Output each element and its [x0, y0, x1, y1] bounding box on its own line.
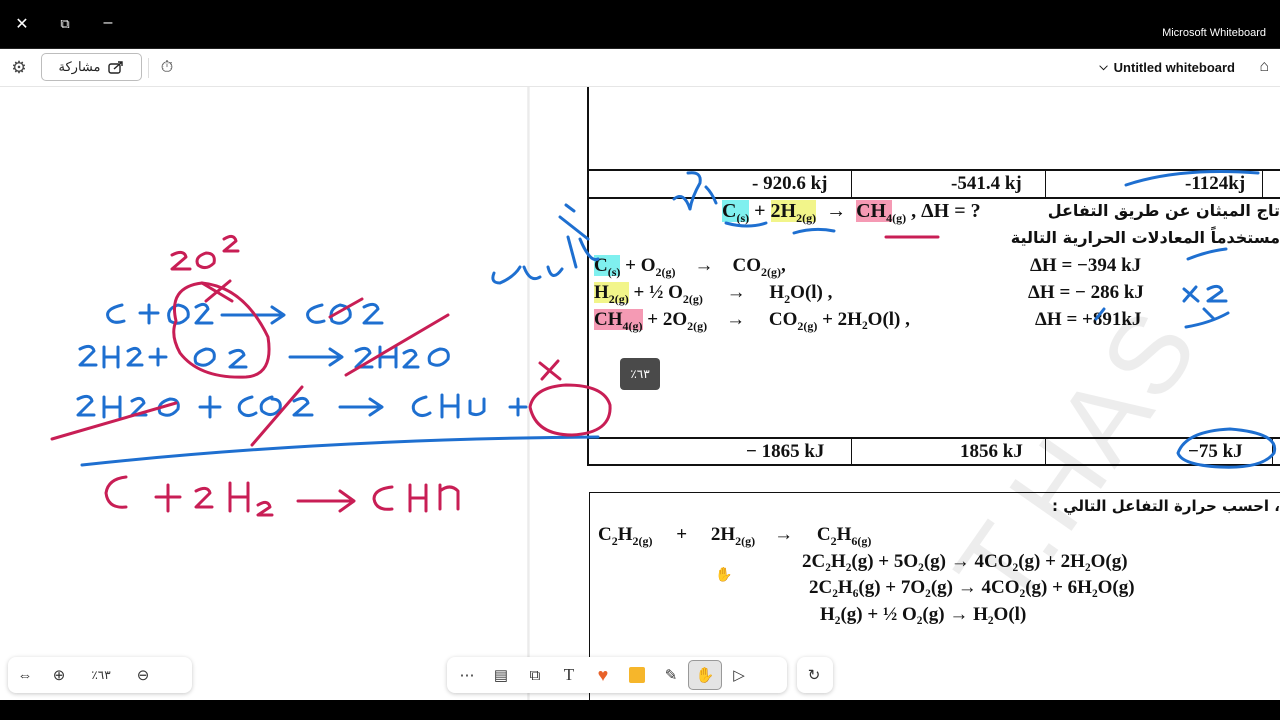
- ink-stroke: [193, 347, 216, 367]
- ink-stroke: [288, 347, 344, 367]
- ink-stroke: [80, 435, 600, 467]
- restore-icon[interactable]: ⧉: [54, 16, 76, 32]
- ink-stroke: [148, 347, 168, 367]
- ink-stroke: [1182, 285, 1200, 303]
- ink-stroke: [154, 483, 182, 513]
- ink-stroke: [104, 475, 128, 509]
- redo-icon[interactable]: ↻: [797, 660, 831, 690]
- zoom-level[interactable]: ٪٦٣: [76, 660, 126, 690]
- app-title: Microsoft Whiteboard: [1162, 27, 1266, 39]
- chevron-down-icon: ⌵: [1099, 61, 1108, 73]
- title-bar: ✕ ⧉ – Microsoft Whiteboard: [0, 0, 1280, 49]
- ink-stroke: [438, 483, 460, 511]
- zoom-controls: ⇔ ⊕ ٪٦٣ ⊖: [8, 657, 192, 693]
- sticky-note-icon[interactable]: [620, 660, 654, 690]
- share-button[interactable]: مشاركة: [41, 53, 142, 81]
- ink-stroke: [372, 485, 394, 511]
- ink-stroke: [1124, 170, 1260, 187]
- redo-controls: ↻: [797, 657, 833, 693]
- text-icon[interactable]: T: [552, 660, 586, 690]
- ink-stroke: [126, 346, 144, 367]
- more-icon[interactable]: ⋯: [450, 660, 484, 690]
- ink-stroke: [76, 394, 96, 417]
- templates-icon[interactable]: ▤: [484, 660, 518, 690]
- ink-stroke: [362, 302, 384, 325]
- ink-stroke: [222, 234, 240, 253]
- ink-stroke: [237, 395, 258, 418]
- ink-stroke: [1094, 307, 1106, 321]
- ink-stroke: [338, 397, 384, 417]
- select-pointer-icon[interactable]: ▷: [722, 660, 756, 690]
- ink-stroke: [256, 500, 274, 517]
- ink-stroke: [1186, 247, 1228, 261]
- ink-stroke: [102, 395, 122, 419]
- ink-stroke: [228, 481, 250, 513]
- ink-stroke: [106, 303, 126, 324]
- timer-icon[interactable]: ⏱: [156, 57, 178, 79]
- ink-stroke: [1206, 284, 1228, 303]
- fit-view-icon[interactable]: ⇔: [8, 660, 42, 690]
- whiteboard-title[interactable]: ⌵ Untitled whiteboard: [1099, 60, 1235, 75]
- ink-stroke: [672, 171, 702, 211]
- ink-stroke: [292, 396, 314, 417]
- ink-stroke: [792, 227, 836, 235]
- ink-stroke: [528, 383, 612, 437]
- close-icon[interactable]: ✕: [11, 14, 33, 34]
- ink-stroke: [440, 393, 460, 419]
- ink-stroke: [578, 237, 600, 262]
- ink-stroke: [704, 185, 718, 205]
- ink-stroke: [259, 395, 282, 416]
- ink-stroke: [138, 303, 160, 325]
- zoom-in-icon[interactable]: ⊕: [42, 660, 76, 690]
- hand-cursor-icon: ✋: [715, 566, 733, 582]
- pen-icon[interactable]: ✎: [654, 660, 688, 690]
- zoom-out-icon[interactable]: ⊖: [126, 660, 160, 690]
- ink-stroke: [194, 302, 214, 325]
- ink-stroke: [411, 395, 432, 418]
- home-icon[interactable]: ⌂: [1259, 58, 1269, 76]
- bottom-bar: [0, 700, 1280, 720]
- ink-stroke: [220, 305, 286, 325]
- whiteboard-canvas[interactable]: - 920.6 kj -541.4 kj -1124kj تاج الميثان…: [0, 87, 1280, 700]
- ink-stroke: [1176, 427, 1277, 469]
- shapes-icon[interactable]: ⧉: [518, 660, 552, 690]
- ink-stroke: [508, 397, 528, 417]
- ink-stroke: [538, 359, 562, 381]
- share-icon: [108, 61, 124, 74]
- top-toolbar: ⚙ مشاركة ⏱ ⌵ Untitled whiteboard ⌂: [0, 49, 1280, 87]
- ink-stroke: [402, 348, 420, 369]
- zoom-tooltip: ٪٦٣: [620, 358, 660, 390]
- ink-stroke: [491, 203, 590, 285]
- tools-bar: ⋯ ▤ ⧉ T ♥ ✎ ✋ ▷: [447, 657, 787, 693]
- ink-stroke: [724, 221, 768, 228]
- ink-stroke: [427, 347, 450, 367]
- toolbar-divider: [148, 58, 149, 78]
- share-label: مشاركة: [58, 59, 101, 74]
- whiteboard-title-text: Untitled whiteboard: [1113, 60, 1235, 75]
- ink-stroke: [167, 303, 190, 325]
- ink-layer[interactable]: [0, 87, 1280, 700]
- ink-stroke: [408, 483, 428, 513]
- ink-stroke: [1184, 307, 1230, 329]
- ink-stroke: [172, 281, 271, 379]
- reactions-icon[interactable]: ♥: [586, 660, 620, 690]
- ink-stroke: [306, 303, 326, 324]
- ink-stroke: [195, 251, 216, 270]
- ink-stroke: [102, 345, 120, 369]
- ink-stroke: [228, 348, 248, 369]
- ink-stroke: [468, 397, 486, 417]
- ink-stroke: [170, 250, 192, 271]
- pan-hand-icon[interactable]: ✋: [688, 660, 722, 690]
- ink-stroke: [78, 344, 98, 367]
- minimize-icon[interactable]: –: [97, 14, 119, 32]
- ink-stroke: [296, 489, 356, 513]
- gear-icon[interactable]: ⚙: [8, 57, 30, 79]
- ink-stroke: [194, 486, 214, 509]
- ink-stroke: [198, 395, 222, 419]
